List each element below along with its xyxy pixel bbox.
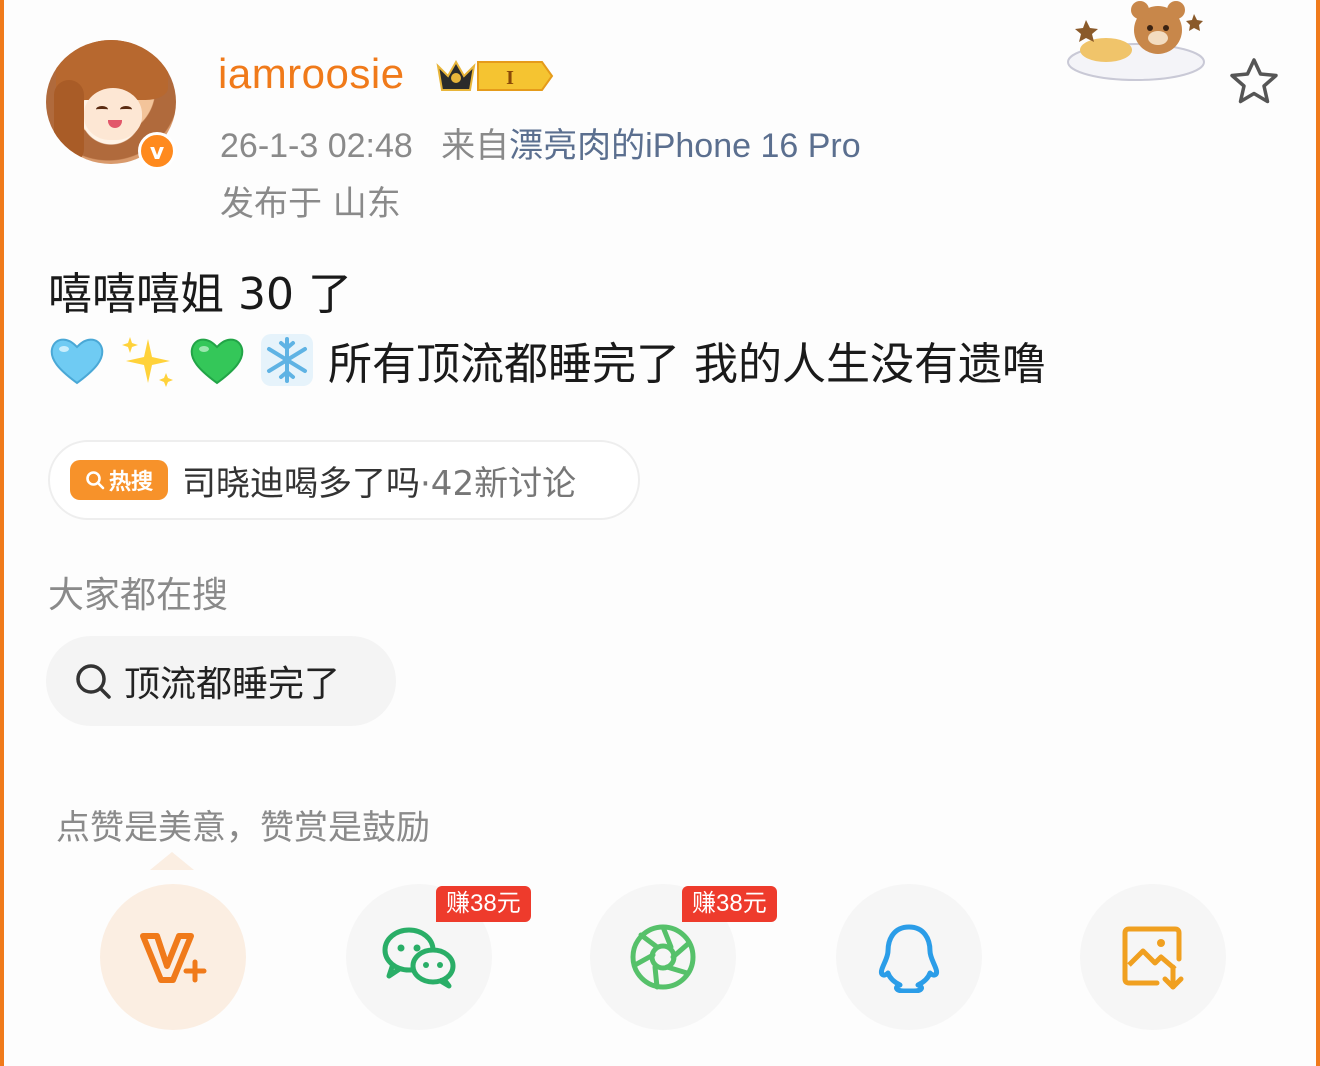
- level-text: I: [506, 67, 514, 89]
- snowflake-icon: [261, 334, 313, 386]
- trending-search-chip[interactable]: 顶流都睡完了: [46, 636, 396, 726]
- post-time: 26-1-3 02:48: [220, 127, 413, 165]
- post-location: 发布于 山东: [220, 184, 401, 224]
- qq-share-button[interactable]: [836, 884, 982, 1030]
- hot-search-count: ·42新讨论: [420, 463, 577, 504]
- source-device[interactable]: 漂亮肉的iPhone 16 Pro: [509, 127, 861, 165]
- v-plus-button[interactable]: [100, 884, 246, 1030]
- save-image-button[interactable]: [1080, 884, 1226, 1030]
- v-plus-icon: [140, 933, 207, 983]
- post-text-content: 所有顶流都睡完了 我的人生没有遗噜: [328, 339, 1046, 390]
- wechat-icon: [382, 927, 456, 989]
- tip-pointer: [150, 852, 194, 870]
- post-card: v iamroosie I 26-1-3 02:48 来自漂亮肉的iPhone …: [0, 0, 1320, 1066]
- username[interactable]: iamroosie: [218, 50, 405, 98]
- search-icon: [86, 471, 105, 490]
- moments-icon: [630, 924, 696, 990]
- source-prefix: 来自: [441, 127, 510, 165]
- search-icon: [76, 664, 111, 699]
- save-image-icon: [1122, 926, 1184, 990]
- trending-search-heading: 大家都在搜: [48, 575, 229, 616]
- light-blue-heart-icon: [50, 338, 104, 385]
- hot-search-chip[interactable]: 热搜 司晓迪喝多了吗 ·42新讨论: [48, 440, 640, 520]
- qq-icon: [879, 924, 939, 993]
- sparkles-icon: [122, 337, 173, 387]
- trending-search-query: 顶流都睡完了: [124, 664, 341, 705]
- moments-earn-badge: 赚38元: [682, 886, 777, 922]
- hot-search-title: 司晓迪喝多了吗: [182, 463, 420, 504]
- reward-tip: 点赞是美意，赞赏是鼓励: [56, 808, 430, 848]
- wechat-earn-badge: 赚38元: [436, 886, 531, 922]
- member-level-badge[interactable]: I: [434, 56, 554, 96]
- hot-search-tag: 热搜: [70, 460, 168, 500]
- favorite-star-icon[interactable]: [1226, 56, 1282, 108]
- green-heart-icon: [190, 338, 244, 385]
- verified-badge-icon: v: [138, 132, 176, 170]
- post-meta: 26-1-3 02:48 来自漂亮肉的iPhone 16 Pro: [220, 118, 861, 167]
- post-text-line-1: 嘻嘻嘻姐 30 了: [48, 269, 352, 320]
- bear-sticker-icon: [1067, 1, 1205, 81]
- post-text-line-2: 所有顶流都睡完了 我的人生没有遗噜: [48, 328, 1046, 392]
